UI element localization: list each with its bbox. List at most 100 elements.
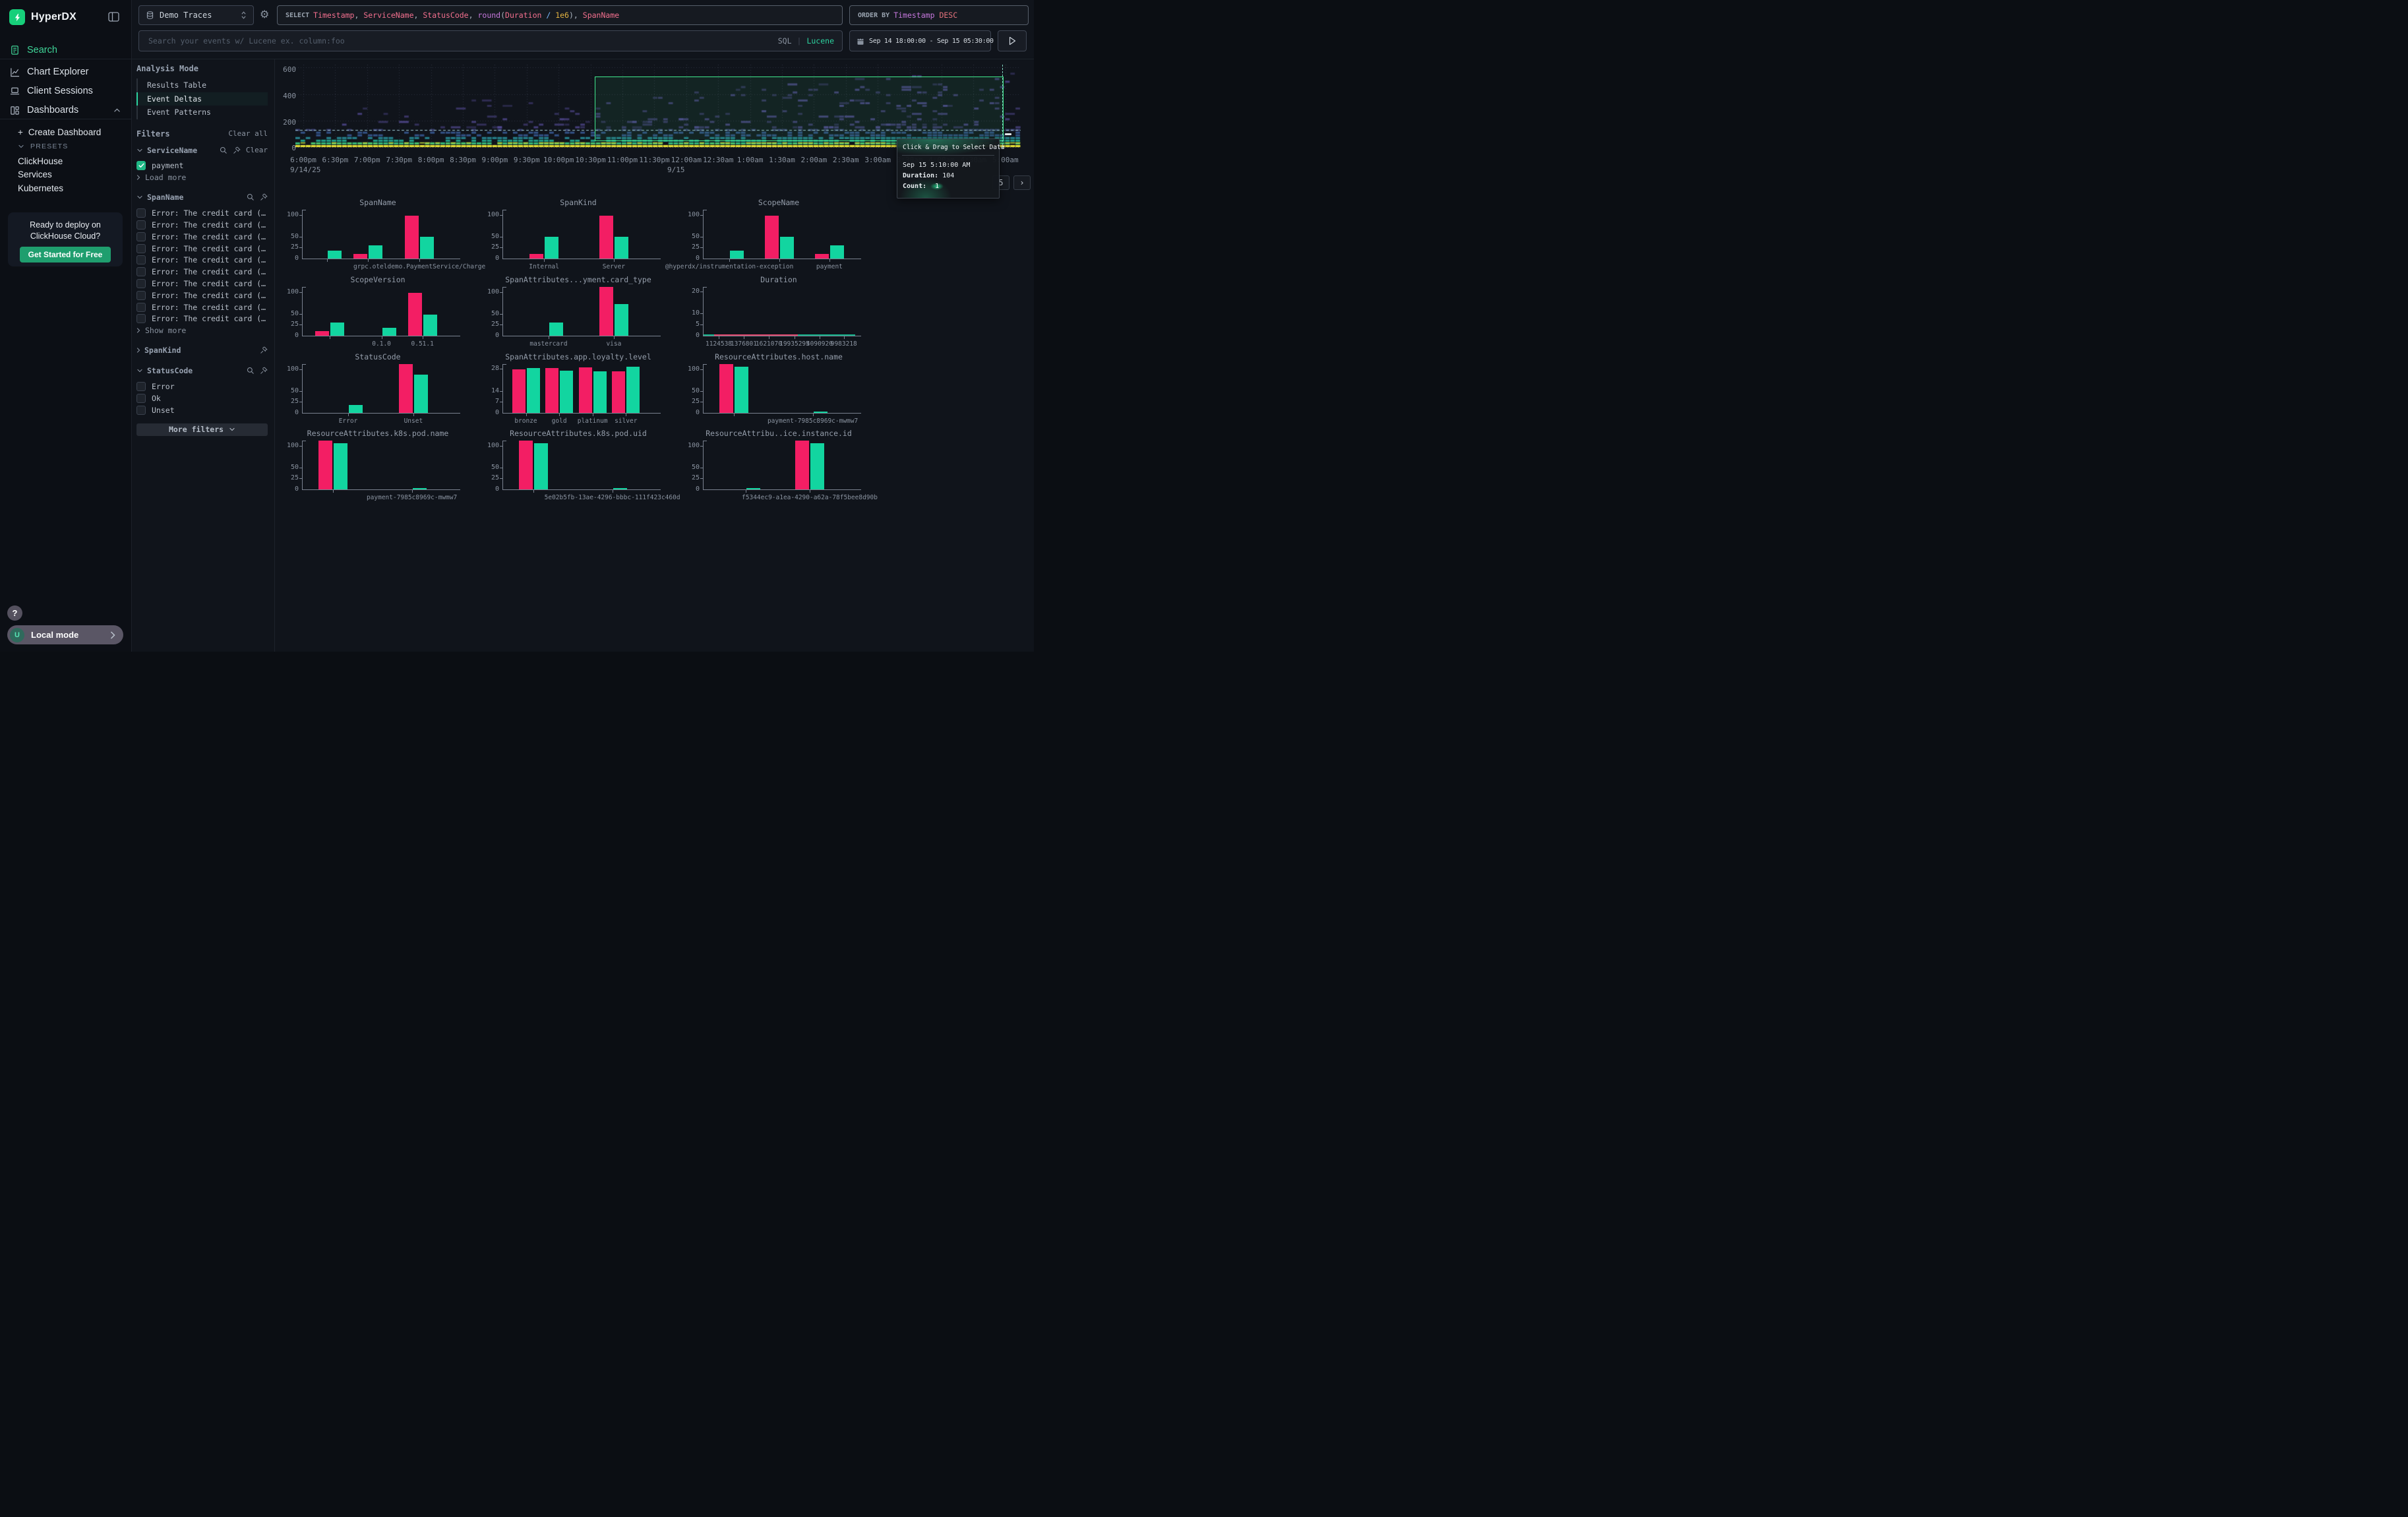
query-token: / (541, 11, 555, 20)
preset-kubernetes[interactable]: Kubernetes (0, 181, 131, 195)
checkbox[interactable] (136, 267, 146, 276)
create-dashboard-button[interactable]: + Create Dashboard (0, 125, 131, 139)
order-by-editor[interactable]: ORDER BY Timestamp DESC (849, 5, 1029, 25)
selection-drag-handle[interactable] (1005, 133, 1011, 135)
checkbox[interactable] (136, 406, 146, 415)
pin-icon[interactable] (260, 367, 268, 375)
chevron-down-icon[interactable] (136, 148, 143, 152)
checkbox[interactable] (136, 255, 146, 264)
preset-services[interactable]: Services (0, 167, 131, 181)
preset-clickhouse[interactable]: ClickHouse (0, 154, 131, 168)
heatmap-selection-box[interactable] (595, 77, 1004, 141)
analysis-mode-option[interactable]: Event Patterns (136, 106, 268, 119)
filter-load-more-button[interactable]: Load more (136, 171, 268, 183)
pin-icon[interactable] (260, 193, 268, 201)
filter-checkbox-row[interactable]: Error: The credit card (… (136, 313, 268, 325)
charts-next-page-button[interactable]: › (1013, 175, 1031, 190)
chart-plot[interactable]: 10050250payment-7985c8969c-mwmw7 (703, 364, 855, 413)
clear-filter-button[interactable]: Clear (246, 146, 268, 154)
filter-value-label: Error: The credit card (… (152, 244, 266, 253)
chevron-up-icon[interactable] (113, 108, 121, 113)
checkbox[interactable] (136, 161, 146, 170)
sidebar-item-client-sessions[interactable]: Client Sessions (0, 82, 131, 100)
filter-group-header[interactable]: SpanName (136, 191, 268, 203)
chevron-down-icon[interactable] (136, 369, 143, 373)
filter-checkbox-row[interactable]: Error: The credit card (… (136, 243, 268, 255)
checkbox[interactable] (136, 244, 146, 253)
chart-plot[interactable]: 10050250InternalServer (502, 210, 655, 259)
chart-plot[interactable]: 281470bronzegoldplatinumsilver (502, 364, 655, 413)
chevron-right-icon[interactable] (136, 347, 140, 354)
analysis-mode-option[interactable]: Results Table (136, 78, 268, 92)
time-range-picker[interactable]: Sep 14 18:00:00 - Sep 15 05:30:00 (849, 30, 991, 51)
chart-plot[interactable]: 2010501124538137680116210701993529540909… (703, 287, 855, 336)
heatmap-y-tick: 600 (278, 65, 296, 74)
filter-checkbox-row[interactable]: Error: The credit card (… (136, 219, 268, 231)
filter-show-more-button[interactable]: Show more (136, 325, 268, 336)
filter-group-header[interactable]: SpanKind (136, 344, 268, 356)
search-icon[interactable] (220, 146, 227, 154)
filter-checkbox-row[interactable]: Error: The credit card (… (136, 266, 268, 278)
filter-checkbox-row[interactable]: Error: The credit card (… (136, 207, 268, 219)
filter-checkbox-row[interactable]: payment (136, 160, 268, 172)
filter-checkbox-row[interactable]: Error: The credit card (… (136, 290, 268, 301)
checkbox[interactable] (136, 208, 146, 218)
search-input[interactable] (147, 36, 773, 46)
chart-y-tick: 50 (483, 310, 499, 317)
filter-checkbox-row[interactable]: Error: The credit card (… (136, 278, 268, 290)
gear-icon[interactable]: ⚙ (260, 9, 269, 20)
analysis-mode-option[interactable]: Event Deltas (136, 92, 268, 106)
checkbox[interactable] (136, 232, 146, 241)
checkbox[interactable] (136, 279, 146, 288)
chart-plot[interactable]: 10050250mastercardvisa (502, 287, 655, 336)
collapse-sidebar-icon[interactable] (108, 12, 119, 22)
run-query-button[interactable] (998, 30, 1027, 51)
chart-plot[interactable]: 10050250@hyperdx/instrumentation-excepti… (703, 210, 855, 259)
filter-checkbox-row[interactable]: Error: The credit card (… (136, 301, 268, 313)
chart-y-tick: 100 (283, 288, 299, 295)
chart-plot[interactable]: 10050250payment-7985c8969c-mwmw7 (302, 441, 454, 489)
chart-plot[interactable]: 10050250grpc.oteldemo.PaymentService/Cha… (302, 210, 454, 259)
brand-logo[interactable]: HyperDX (9, 9, 76, 25)
help-button[interactable]: ? (7, 605, 22, 621)
chart-plot[interactable]: 10050250ErrorUnset (302, 364, 454, 413)
checkbox[interactable] (136, 291, 146, 300)
pin-icon[interactable] (260, 346, 268, 354)
filter-checkbox-row[interactable]: Ok (136, 392, 268, 404)
pin-icon[interactable] (233, 146, 241, 154)
filter-group-header[interactable]: StatusCode (136, 365, 268, 377)
chart-title: Duration (703, 275, 855, 284)
search-icon[interactable] (247, 193, 255, 201)
presets-section-toggle[interactable]: PRESETS (0, 139, 131, 154)
more-filters-button[interactable]: More filters (136, 423, 268, 436)
query-language-toggle[interactable]: SQL | Lucene (778, 36, 834, 46)
data-source-select[interactable]: Demo Traces (138, 5, 254, 25)
filter-checkbox-row[interactable]: Error: The credit card (… (136, 254, 268, 266)
get-started-button[interactable]: Get Started for Free (20, 247, 111, 263)
filter-group-header[interactable]: ServiceNameClear (136, 144, 268, 156)
tooltip-duration-value: 104 (942, 172, 954, 179)
sql-select-editor[interactable]: SELECT Timestamp, ServiceName, StatusCod… (277, 5, 843, 25)
checkbox[interactable] (136, 394, 146, 403)
checkbox[interactable] (136, 382, 146, 391)
filter-checkbox-row[interactable]: Error: The credit card (… (136, 231, 268, 243)
checkbox[interactable] (136, 314, 146, 323)
filter-checkbox-row[interactable]: Unset (136, 404, 268, 416)
tooltip-count-label: Count: (903, 183, 926, 190)
sidebar-item-dashboards[interactable]: Dashboards (0, 102, 131, 119)
chart-plot[interactable]: 100502500.1.00.51.1 (302, 287, 454, 336)
lang-lucene[interactable]: Lucene (806, 36, 834, 46)
account-menu[interactable]: U Local mode (7, 625, 123, 644)
play-icon (1008, 36, 1016, 46)
search-icon[interactable] (247, 367, 255, 375)
filter-checkbox-row[interactable]: Error (136, 381, 268, 392)
checkbox[interactable] (136, 220, 146, 230)
sidebar-item-search[interactable]: Search (0, 42, 131, 59)
checkbox[interactable] (136, 303, 146, 312)
chart-plot[interactable]: 100502505e02b5fb-13ae-4296-bbbc-111f423c… (502, 441, 655, 489)
lang-sql[interactable]: SQL (778, 36, 792, 46)
chart-plot[interactable]: 10050250f5344ec9-a1ea-4290-a62a-78f5bee8… (703, 441, 855, 489)
clear-all-filters-button[interactable]: Clear all (228, 129, 268, 138)
chevron-down-icon[interactable] (136, 195, 143, 199)
sidebar-item-chart-explorer[interactable]: Chart Explorer (0, 63, 131, 80)
